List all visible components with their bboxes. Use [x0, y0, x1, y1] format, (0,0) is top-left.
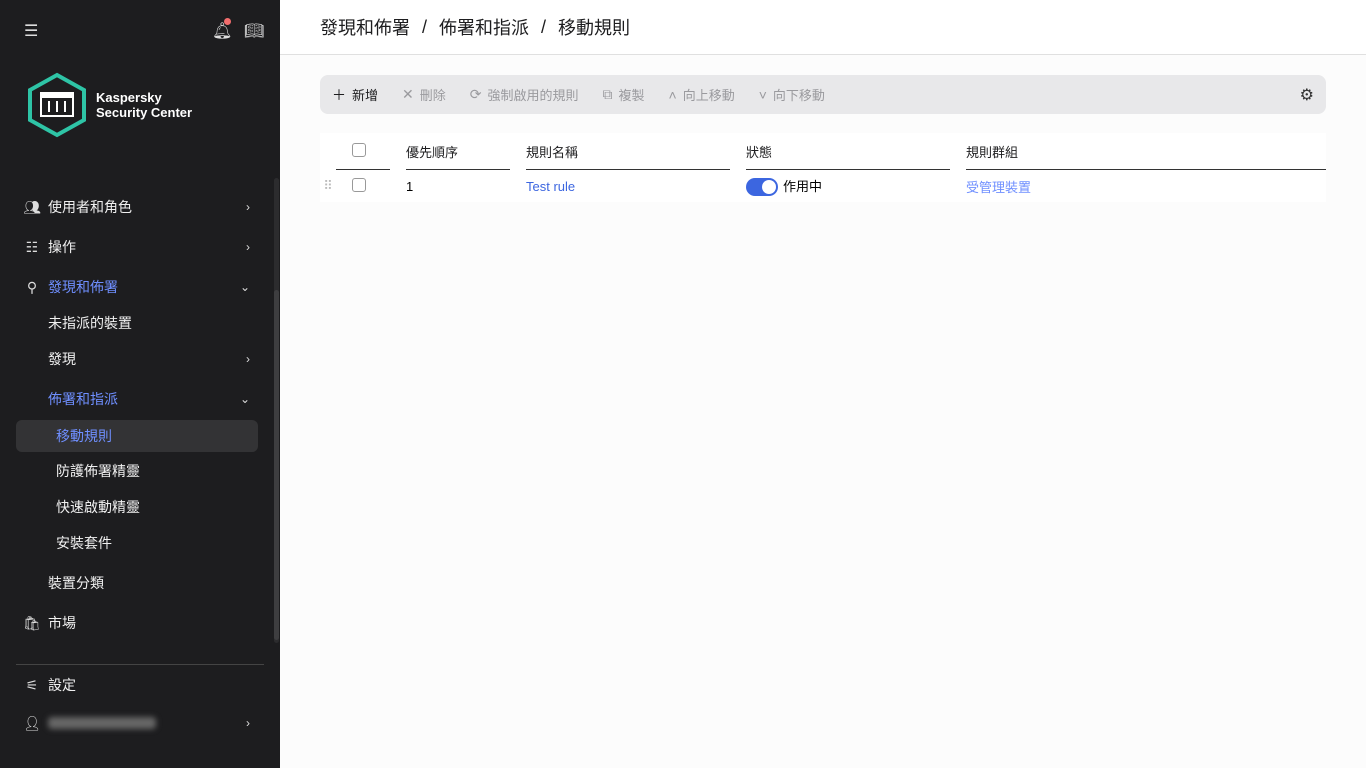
label: 複製	[619, 85, 645, 104]
table-row[interactable]: ⠿ 1 Test rule 作用中 受管理裝置	[320, 170, 1326, 202]
sidebar-item-unassigned[interactable]: 未指派的裝置	[16, 307, 258, 339]
toolbar: ＋ 新增 ✕ 刪除 ⟳ 強制啟用的規則 ⧉ 複製 ˄ 向上移動 ˅ 向下移動 ⚙	[320, 75, 1326, 114]
status-text: 作用中	[783, 179, 822, 194]
notification-bell-icon[interactable]: 🔔︎	[212, 22, 232, 42]
sidebar-scrollbar[interactable]	[274, 178, 279, 643]
sidebar-item-protection-wizard[interactable]: 防護佈署精靈	[16, 455, 258, 487]
column-header-status[interactable]: 狀態	[746, 133, 950, 170]
sidebar-item-user-account[interactable]: 👤︎ ›	[16, 707, 258, 739]
chevron-right-icon: ›	[246, 200, 250, 214]
rule-name-link[interactable]: Test rule	[526, 170, 730, 202]
sidebar-item-install-packages[interactable]: 安裝套件	[16, 527, 258, 559]
logo-text-line2: Security Center	[96, 105, 192, 120]
breadcrumb-item[interactable]: 佈署和指派	[439, 14, 529, 40]
label: 設定	[48, 675, 76, 695]
page-title: 移動規則	[558, 14, 630, 40]
blurred-username	[48, 717, 156, 729]
sidebar-item-device-categories[interactable]: 裝置分類	[16, 567, 258, 599]
table-header-row: 優先順序 規則名稱 狀態 規則群組	[320, 133, 1326, 170]
chevron-right-icon: ›	[246, 716, 250, 730]
book-icon[interactable]: 📖︎	[244, 22, 264, 42]
rules-table: 優先順序 規則名稱 狀態 規則群組 ⠿ 1 Test rule 作用中 受管理裝…	[320, 133, 1326, 202]
sidebar-item-quickstart-wizard[interactable]: 快速啟動精靈	[16, 491, 258, 523]
logo-text-line1: Kaspersky	[96, 90, 192, 105]
rule-group-link[interactable]: 受管理裝置	[966, 170, 1326, 202]
gear-icon[interactable]: ⚙	[1300, 85, 1314, 105]
copy-icon: ⧉	[603, 86, 613, 103]
logo-hexagon-icon	[26, 72, 88, 138]
label: 向下移動	[773, 85, 825, 104]
sidebar-item-discovery[interactable]: ⚲發現和佈署 ⌄	[16, 271, 258, 303]
sidebar: ☰ 🔔︎ 📖︎ KasperskySecurity Center 👥︎使用者和角…	[0, 0, 280, 768]
move-up-button[interactable]: ˄ 向上移動	[669, 85, 735, 104]
refresh-icon: ⟳	[470, 86, 482, 103]
force-rule-button[interactable]: ⟳ 強制啟用的規則	[470, 85, 579, 104]
select-all-checkbox[interactable]	[352, 143, 366, 157]
plus-icon: ＋	[332, 85, 346, 105]
label: 移動規則	[56, 426, 112, 446]
label: 市場	[48, 613, 76, 633]
label: 強制啟用的規則	[488, 85, 579, 104]
breadcrumb-item[interactable]: 發現和佈署	[320, 14, 410, 40]
sidebar-item-settings[interactable]: ⚟設定	[16, 669, 258, 701]
label: 操作	[48, 237, 76, 257]
label: 發現	[48, 349, 76, 369]
chevron-down-icon: ˅	[759, 87, 767, 103]
row-checkbox[interactable]	[352, 178, 366, 192]
logo: KasperskySecurity Center	[26, 72, 192, 138]
label: 刪除	[420, 85, 446, 104]
label: 未指派的裝置	[48, 313, 132, 333]
priority-cell: 1	[406, 170, 510, 202]
drag-handle-icon[interactable]: ⠿	[320, 170, 336, 202]
sidebar-item-discover[interactable]: 發現 ›	[16, 343, 258, 375]
users-icon: 👥︎	[16, 199, 48, 216]
column-header-group[interactable]: 規則群組	[966, 133, 1326, 170]
breadcrumb: 發現和佈署/ 佈署和指派/ 移動規則	[280, 0, 1366, 55]
column-header-name[interactable]: 規則名稱	[526, 133, 730, 170]
divider	[16, 664, 264, 665]
sidebar-item-operations[interactable]: ☷操作 ›	[16, 231, 258, 263]
server-icon: ☷	[16, 239, 48, 256]
status-toggle[interactable]	[746, 178, 778, 196]
copy-button[interactable]: ⧉ 複製	[603, 85, 645, 104]
chevron-down-icon: ⌄	[240, 392, 250, 406]
sidebar-item-move-rules[interactable]: 移動規則	[16, 420, 258, 452]
label: 安裝套件	[56, 533, 112, 553]
label: 新增	[352, 85, 378, 104]
user-icon: 👤︎	[16, 715, 48, 732]
chevron-up-icon: ˄	[669, 87, 677, 103]
label: 裝置分類	[48, 573, 104, 593]
shopping-bag-icon: 🛍︎	[16, 615, 48, 632]
search-icon: ⚲	[16, 279, 48, 296]
label: 發現和佈署	[48, 277, 118, 297]
column-header-priority[interactable]: 優先順序	[406, 133, 510, 170]
close-icon: ✕	[402, 86, 414, 103]
label: 使用者和角色	[48, 197, 132, 217]
label: 快速啟動精靈	[56, 497, 140, 517]
chevron-right-icon: ›	[246, 352, 250, 366]
label: 防護佈署精靈	[56, 461, 140, 481]
sidebar-item-deploy-assign[interactable]: 佈署和指派 ⌄	[16, 383, 258, 415]
chevron-down-icon: ⌄	[240, 280, 250, 294]
move-down-button[interactable]: ˅ 向下移動	[759, 85, 825, 104]
label: 向上移動	[683, 85, 735, 104]
menu-icon[interactable]: ☰	[24, 22, 38, 42]
sidebar-item-marketplace[interactable]: 🛍︎市場	[16, 607, 258, 639]
chevron-right-icon: ›	[246, 240, 250, 254]
sliders-icon: ⚟	[16, 677, 48, 694]
sidebar-item-users-roles[interactable]: 👥︎使用者和角色 ›	[16, 191, 258, 223]
label: 佈署和指派	[48, 389, 118, 409]
delete-button[interactable]: ✕ 刪除	[402, 85, 446, 104]
add-button[interactable]: ＋ 新增	[332, 85, 378, 105]
